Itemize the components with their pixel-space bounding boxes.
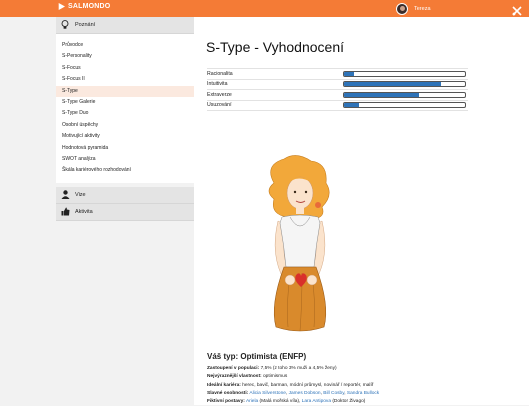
trait-bar [343,102,466,109]
info-value: (Malá mořská víla), [258,399,302,405]
famous-person-link[interactable]: James Dobson [289,391,321,396]
sidebar-section-aktivita[interactable]: Aktivita [56,203,194,221]
sidebar-item-motivujici-aktivity[interactable]: Motivující aktivity [56,131,194,142]
sidebar-item-swot-analyza[interactable]: SWOT analýza [56,154,194,165]
avatar [396,2,408,15]
play-logo-icon [58,3,65,10]
fictional-character-link[interactable]: Lara Antipova [302,399,331,404]
user-menu[interactable]: Tereza [396,2,431,15]
sidebar-section-label: Aktivita [75,208,93,215]
sidebar-item-hodnotova-pyramida[interactable]: Hodnotová pyramida [56,143,194,154]
sidebar-item-s-type-duo[interactable]: S-Type Duo [56,108,194,119]
sidebar-section-label: Vize [75,191,86,198]
info-weakness: Nejvýraznější vlastnost: optimismus [207,373,527,381]
lightbulb-icon [59,20,71,30]
info-label: Ideální kariéra: [207,382,241,388]
traits-table: Racionalita Intuitivita Extraverze Usuzo… [207,68,468,111]
sidebar-item-s-focus[interactable]: S-Focus [56,63,194,74]
brand-logo[interactable]: SALMONDO [58,3,110,10]
user-name: Tereza [414,5,431,12]
sidebar-item-s-type[interactable]: S-Type [56,85,194,97]
info-value: 7,5% (z toho 3% muži a 4,5% ženy) [259,366,337,371]
fictional-character-link[interactable]: Ariela [246,399,258,404]
trait-bar-fill [344,103,359,108]
info-label: Slavné osobnosti: [207,390,249,396]
famous-person-link[interactable]: Bill Cosby [323,391,344,396]
info-label: Zastoupení v populaci: [207,366,260,371]
info-value: herec, bavič, barman, módní průmysl, nov… [240,382,374,388]
trait-bar [343,81,466,88]
trait-label: Racionalita [207,70,233,77]
sidebar-item-pruvodce[interactable]: Průvodce [56,40,194,51]
trait-label: Intuitivita [207,81,228,88]
sidebar-section-label: Poznání [75,22,96,28]
trait-label: Extraverze [207,91,232,98]
sidebar-item-osobni-uspechy[interactable]: Osobní úspěchy [56,120,194,131]
sidebar-section-items: Průvodce S-Personality S-Focus S-Focus I… [56,34,194,183]
sidebar-item-s-type-galerie[interactable]: S-Type Galerie [56,97,194,108]
trait-bar-fill [344,92,420,97]
brand-name: SALMONDO [68,3,111,10]
sidebar-section-vize[interactable]: Vize [56,186,194,204]
sidebar-section-poznani[interactable]: Poznání [56,17,194,34]
trait-row: Racionalita [207,68,468,80]
trait-bar-fill [344,71,354,76]
info-representation: Zastoupení v populaci: 7,5% (z toho 3% m… [207,365,527,373]
famous-person-link[interactable]: Alicia Silverstone [249,391,286,396]
person-icon [59,190,71,200]
type-info: Váš typ: Optimista (ENFP) Zastoupení v p… [207,352,527,406]
info-famous: Slavné osobnosti: Alicia Silverstone, Ja… [207,390,380,396]
trait-bar-fill [344,82,441,87]
page-title: S-Type - Vyhodnocení [206,39,345,55]
sidebar-item-s-personality[interactable]: S-Personality [56,51,194,62]
sidebar-item-s-focus-ii[interactable]: S-Focus II [56,74,194,85]
trait-bar [343,91,466,98]
trait-label: Usuzování [207,102,232,109]
info-label: Nejvýraznější vlastnost: [207,374,262,380]
famous-person-link[interactable]: Sandra Bullock [347,391,379,396]
sidebar-item-skala-karieroveho-rozhodovani[interactable]: Škála kariérového rozhodování [56,165,194,176]
trait-row: Intuitivita [207,80,468,90]
info-value: (Doktor Živago) [331,399,366,405]
trait-bar [343,70,466,77]
main-content: S-Type - Vyhodnocení Racionalita Intuiti… [194,17,529,405]
trait-row: Usuzování [207,101,468,111]
type-illustration [268,155,330,332]
top-bar: SALMONDO Tereza [0,0,529,17]
info-label: Fiktivní postavy: [207,399,245,405]
thumbs-up-icon [59,207,71,216]
trait-row: Extraverze [207,90,468,101]
sidebar: Poznání Průvodce S-Personality S-Focus S… [56,17,194,405]
info-value: optimismus [261,374,288,380]
info-career: Ideální kariéra: herec, bavič, barman, m… [207,382,527,390]
type-heading: Váš typ: Optimista (ENFP) [207,352,307,361]
